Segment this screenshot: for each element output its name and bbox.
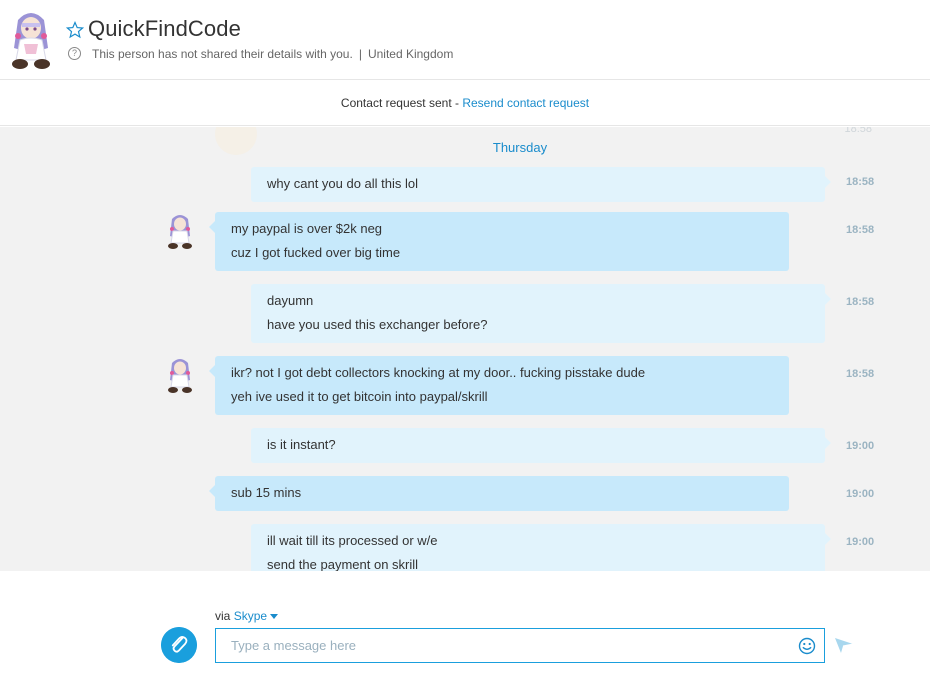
favorite-star-icon[interactable] bbox=[66, 21, 84, 39]
conversation-header: QuickFindCode ? This person has not shar… bbox=[0, 0, 930, 80]
contact-name: QuickFindCode bbox=[88, 16, 241, 41]
location-text: United Kingdom bbox=[367, 47, 454, 61]
separator: | bbox=[358, 47, 362, 61]
message-bubble-incoming[interactable]: ikr? not I got debt collectors knocking … bbox=[209, 356, 789, 415]
smiley-icon[interactable] bbox=[798, 637, 816, 655]
message-text: dayumn bbox=[267, 293, 314, 308]
message-text: cuz I got fucked over big time bbox=[231, 245, 401, 260]
resend-request-link[interactable]: Resend contact request bbox=[462, 96, 589, 110]
day-divider: Thursday bbox=[492, 140, 548, 155]
message-text: ill wait till its processed or w/e bbox=[267, 533, 438, 548]
message-time: 19:00 bbox=[846, 440, 875, 452]
message-text: ikr? not I got debt collectors knocking … bbox=[231, 365, 646, 380]
caret-down-icon[interactable] bbox=[270, 614, 279, 620]
service-name[interactable]: Skype bbox=[234, 609, 267, 623]
message-text: why cant you do all this lol bbox=[267, 176, 419, 191]
send-via-selector[interactable]: via Skype bbox=[215, 609, 279, 623]
message-input[interactable] bbox=[215, 628, 825, 663]
faded-timestamp: 18:58 bbox=[844, 127, 872, 135]
contact-info: This person has not shared their details… bbox=[92, 47, 453, 61]
message-text: my paypal is over $2k neg bbox=[231, 221, 383, 236]
via-label: via bbox=[215, 609, 231, 623]
message-time: 18:58 bbox=[846, 176, 875, 188]
message-time: 18:58 bbox=[846, 368, 875, 380]
question-circle-icon: ? bbox=[68, 47, 81, 60]
message-text: sub 15 mins bbox=[231, 485, 302, 500]
message-text: yeh ive used it to get bitcoin into payp… bbox=[231, 389, 488, 404]
chat-history[interactable]: 18:58 Thursday why cant you do all this … bbox=[0, 127, 930, 571]
sender-avatar[interactable] bbox=[164, 212, 196, 250]
message-time: 19:00 bbox=[846, 488, 875, 500]
attach-file-button[interactable] bbox=[161, 627, 197, 663]
message-text: send the payment on skrill bbox=[267, 557, 419, 571]
message-text: have you used this exchanger before? bbox=[267, 317, 488, 332]
sender-avatar[interactable] bbox=[164, 356, 196, 394]
message-time: 19:00 bbox=[846, 536, 875, 548]
message-bubble-incoming[interactable]: sub 15 mins bbox=[209, 476, 789, 511]
message-text: is it instant? bbox=[267, 437, 336, 452]
profile-status-text: This person has not shared their details… bbox=[92, 47, 353, 61]
message-time: 18:58 bbox=[846, 296, 875, 308]
message-bubble-incoming[interactable]: my paypal is over $2k neg cuz I got fuck… bbox=[209, 212, 789, 271]
message-bubble-outgoing[interactable]: ill wait till its processed or w/e send … bbox=[251, 524, 831, 571]
message-time: 18:58 bbox=[846, 224, 875, 236]
contact-avatar[interactable] bbox=[4, 8, 58, 70]
send-arrow-icon[interactable] bbox=[834, 636, 854, 654]
message-bubble-outgoing[interactable]: dayumn have you used this exchanger befo… bbox=[251, 284, 831, 343]
request-status-text: Contact request sent - bbox=[340, 96, 463, 110]
message-bubble-outgoing[interactable]: is it instant? bbox=[251, 428, 831, 463]
contact-request-bar: Contact request sent - Resend contact re… bbox=[0, 80, 930, 126]
message-bubble-outgoing[interactable]: why cant you do all this lol bbox=[251, 167, 831, 202]
